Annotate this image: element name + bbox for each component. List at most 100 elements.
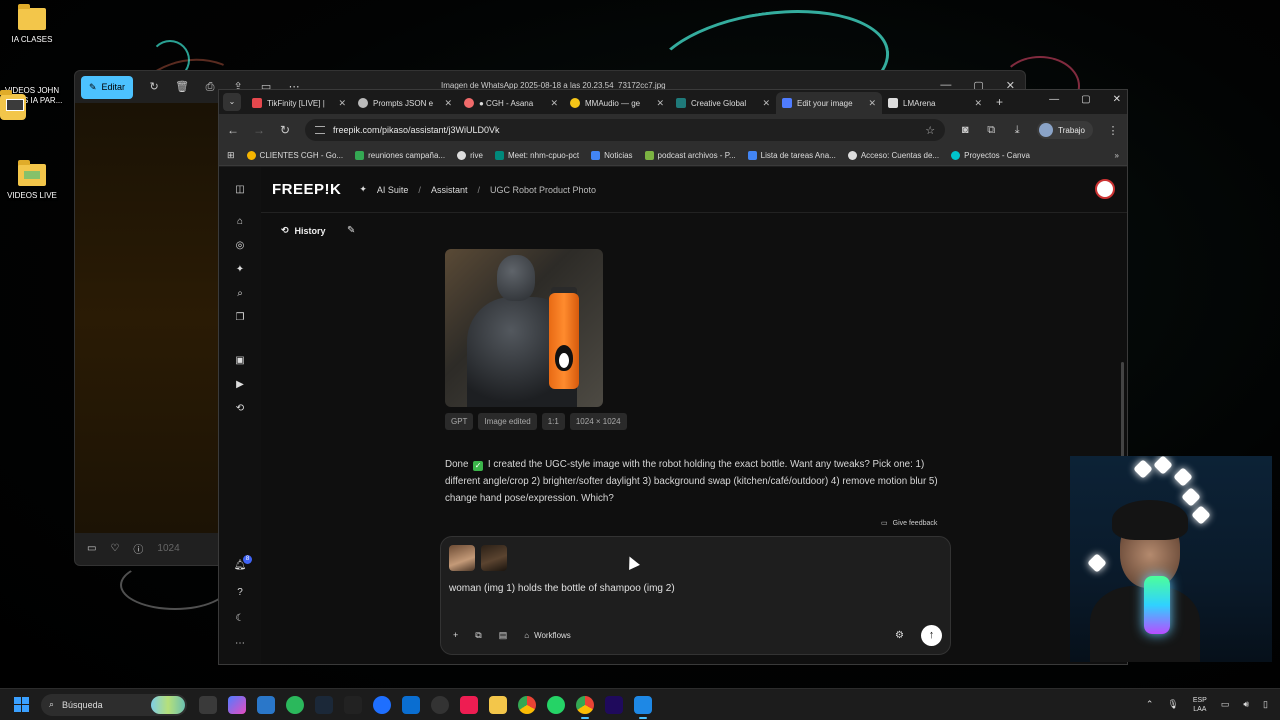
file-explorer-icon[interactable] <box>489 695 507 714</box>
freepik-logo[interactable]: FREEP!K <box>272 181 341 198</box>
edit-button[interactable]: ✎ Editar <box>81 75 134 99</box>
tiktok-icon[interactable] <box>460 695 478 714</box>
copy-icon[interactable]: ⧉ <box>475 630 481 641</box>
tab-creative-global[interactable]: Creative Global ✕ <box>670 92 776 114</box>
info-icon[interactable]: ⓘ <box>133 541 143 556</box>
user-avatar[interactable] <box>1095 179 1115 199</box>
battery-icon[interactable]: ▯ <box>1263 699 1268 710</box>
reference-image-2[interactable] <box>481 545 507 571</box>
language-indicator[interactable]: ESP LAA <box>1193 696 1207 714</box>
delete-icon[interactable]: 🗑 <box>175 80 189 94</box>
premiere-icon[interactable] <box>605 695 623 714</box>
tab-lmarena[interactable]: LMArena ✕ <box>882 92 988 114</box>
workflows-button[interactable]: ⌂ Workflows <box>524 631 571 640</box>
bookmark-rive[interactable]: rive <box>457 151 483 160</box>
back-icon[interactable]: ← <box>227 123 239 137</box>
image-icon[interactable]: ▣ <box>233 354 247 368</box>
give-feedback-button[interactable]: ▭ Give feedback <box>881 519 937 528</box>
bookmark-canva[interactable]: Proyectos - Canva <box>951 151 1030 160</box>
sparkle-icon[interactable]: ✦ <box>233 263 247 277</box>
desktop-icon-ia-clases[interactable]: IA CLASES <box>0 4 64 45</box>
steam-icon[interactable] <box>315 695 333 714</box>
bookmark-acceso[interactable]: Acceso: Cuentas de... <box>847 151 939 160</box>
bookmark-podcast[interactable]: podcast archivos - P... <box>644 151 736 160</box>
forward-icon[interactable]: → <box>253 123 265 137</box>
rotate-icon[interactable]: ↻ <box>147 80 161 94</box>
tab-search-icon[interactable]: ⌄ <box>223 93 241 111</box>
close-icon[interactable]: ✕ <box>868 98 876 109</box>
app-icon[interactable] <box>402 695 420 714</box>
microphone-icon[interactable]: 🎙︎ <box>1167 699 1178 710</box>
layout-icon[interactable]: ▤ <box>499 630 508 641</box>
camera-icon[interactable]: ◙ <box>959 124 971 136</box>
close-icon[interactable]: ✕ <box>762 98 770 109</box>
generated-image[interactable] <box>445 249 603 407</box>
close-icon[interactable]: ✕ <box>550 98 558 109</box>
store-icon[interactable] <box>257 695 275 714</box>
breadcrumb-ai-suite[interactable]: AI Suite <box>377 185 409 195</box>
print-icon[interactable]: ⎙ <box>203 80 217 94</box>
bookmark-clientes-cgh[interactable]: CLIENTES CGH - Go... <box>246 151 343 160</box>
apps-grid-icon[interactable]: ⊞ <box>227 150 235 161</box>
app-icon[interactable] <box>431 695 449 714</box>
chevron-right-icon[interactable]: » <box>1115 151 1119 160</box>
windows-start-icon[interactable] <box>14 697 29 712</box>
tab-prompts-json[interactable]: Prompts JSON e ✕ <box>352 92 458 114</box>
scrollbar-thumb[interactable] <box>1121 362 1124 462</box>
bookmark-star-icon[interactable]: ☆ <box>925 124 935 137</box>
new-chat-icon[interactable]: ✎ <box>347 225 355 236</box>
profile-button[interactable]: Trabajo <box>1037 121 1093 139</box>
bookmark-noticias[interactable]: Noticias <box>591 151 633 160</box>
bookmark-meet[interactable]: Meet: nhm-cpuo-pct <box>494 151 579 160</box>
filmstrip-icon[interactable]: ▭ <box>87 543 96 554</box>
address-bar[interactable]: freepik.com/pikaso/assistant/j3WiULD0Vk … <box>305 119 946 141</box>
site-info-icon[interactable] <box>315 126 325 134</box>
layers-icon[interactable]: ❐ <box>233 311 247 325</box>
menu-icon[interactable]: ⋮ <box>1107 124 1119 137</box>
history-button[interactable]: ⟲ History <box>281 225 326 236</box>
photos-icon[interactable] <box>634 695 652 719</box>
tab-tikfinity[interactable]: TikFinity [LIVE] | ✕ <box>246 92 352 114</box>
chrome-icon[interactable] <box>518 695 536 714</box>
extensions-icon[interactable]: ⧉ <box>985 124 997 137</box>
desktop-icon-videos-john[interactable]: VIDEOS JOHN ROJAS IA PAR... <box>0 86 64 120</box>
desktop-icon-videos-live[interactable]: VIDEOS LIVE <box>0 160 64 201</box>
bookmark-reuniones[interactable]: reuniones campaña... <box>355 151 445 160</box>
assistant-icon[interactable]: ⟲ <box>233 402 247 416</box>
taskbar-search[interactable]: ⌕ Búsqueda <box>41 693 187 716</box>
close-icon[interactable]: ✕ <box>656 98 664 109</box>
task-view-icon[interactable] <box>199 695 217 714</box>
download-icon[interactable]: ⤓ <box>1011 124 1023 137</box>
chrome-active-icon[interactable] <box>576 695 594 719</box>
maximize-icon[interactable]: ▢ <box>1081 94 1090 105</box>
search-icon[interactable]: ⌕ <box>233 287 247 301</box>
more-icon[interactable]: ⋯ <box>233 637 247 651</box>
chevron-up-icon[interactable]: ⌃ <box>1146 699 1154 710</box>
new-tab-icon[interactable]: + <box>988 95 1011 114</box>
globe-icon[interactable]: ◎ <box>233 239 247 253</box>
minimize-icon[interactable]: — <box>1049 94 1059 105</box>
bookmark-lista-tareas[interactable]: Lista de tareas Ana... <box>747 151 836 160</box>
video-icon[interactable]: ▶ <box>233 378 247 392</box>
settings-icon[interactable]: ⚙ <box>895 630 904 641</box>
add-icon[interactable]: + <box>453 630 458 640</box>
play-icon[interactable] <box>286 695 304 714</box>
epic-games-icon[interactable] <box>344 695 362 714</box>
favorite-icon[interactable]: ♡ <box>110 543 119 554</box>
tab-edit-your-image[interactable]: Edit your image ✕ <box>776 92 882 114</box>
prompt-input[interactable]: woman (img 1) holds the bottle of shampo… <box>449 583 675 594</box>
volume-icon[interactable]: 🔊︎ <box>1243 699 1249 710</box>
close-icon[interactable]: ✕ <box>1113 94 1121 105</box>
close-icon[interactable]: ✕ <box>338 98 346 109</box>
reload-icon[interactable]: ↻ <box>279 123 291 137</box>
tab-mmaudio[interactable]: MMAudio — ge ✕ <box>564 92 670 114</box>
sidebar-toggle-icon[interactable]: ◫ <box>233 183 247 197</box>
reference-image-1[interactable] <box>449 545 475 571</box>
home-icon[interactable]: ⌂ <box>233 215 247 229</box>
app-icon[interactable] <box>373 695 391 714</box>
help-icon[interactable]: ? <box>233 586 247 600</box>
send-button[interactable]: ↑ <box>921 624 942 646</box>
close-icon[interactable]: ✕ <box>974 98 982 109</box>
bell-icon[interactable]: 🔔︎ 8 <box>233 555 252 573</box>
display-icon[interactable]: ▭ <box>1221 699 1230 710</box>
